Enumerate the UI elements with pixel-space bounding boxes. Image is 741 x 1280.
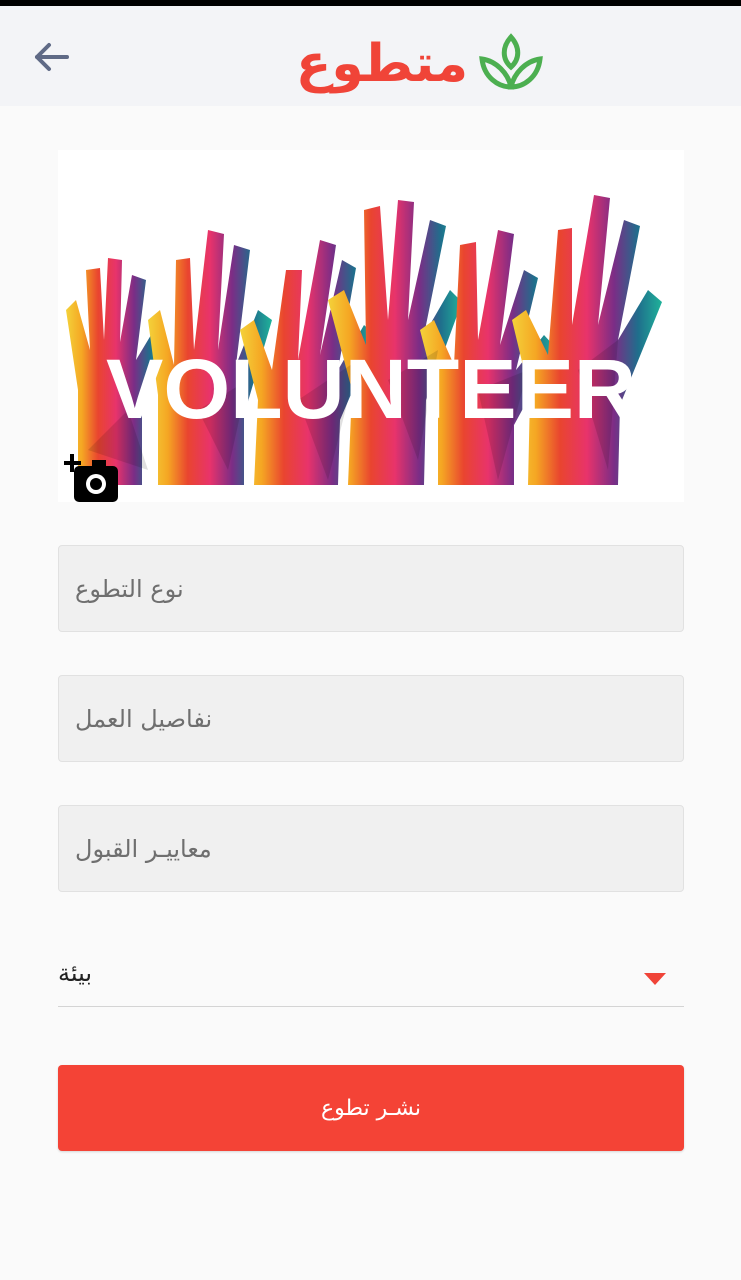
category-selected-value: بيئة <box>58 959 93 987</box>
publish-button-label: نشـر تطوع <box>321 1095 421 1121</box>
work-details-input[interactable]: نفاصيل العمل <box>58 675 684 762</box>
category-dropdown[interactable]: بيئة <box>58 945 684 1007</box>
acceptance-criteria-placeholder: معاييـر القبول <box>75 834 212 863</box>
work-details-placeholder: نفاصيل العمل <box>75 704 213 733</box>
volunteer-type-placeholder: نوع التطوع <box>75 574 184 603</box>
app-header: متطوع <box>0 6 741 106</box>
volunteer-banner-image: VOLUNTEER <box>58 150 684 502</box>
publish-volunteer-button[interactable]: نشـر تطوع <box>58 1065 684 1151</box>
add-photo-button[interactable] <box>63 454 120 502</box>
add-photo-camera-icon <box>63 454 118 502</box>
acceptance-criteria-input[interactable]: معاييـر القبول <box>58 805 684 892</box>
back-button[interactable] <box>28 34 74 80</box>
app-logo: متطوع <box>270 24 570 104</box>
banner-volunteer-text: VOLUNTEER <box>106 342 636 436</box>
volunteer-type-input[interactable]: نوع التطوع <box>58 545 684 632</box>
sprout-leaf-icon <box>479 33 543 90</box>
arrow-left-icon <box>35 43 69 71</box>
app-name: متطوع <box>295 34 469 94</box>
dropdown-arrow-icon <box>644 973 666 985</box>
